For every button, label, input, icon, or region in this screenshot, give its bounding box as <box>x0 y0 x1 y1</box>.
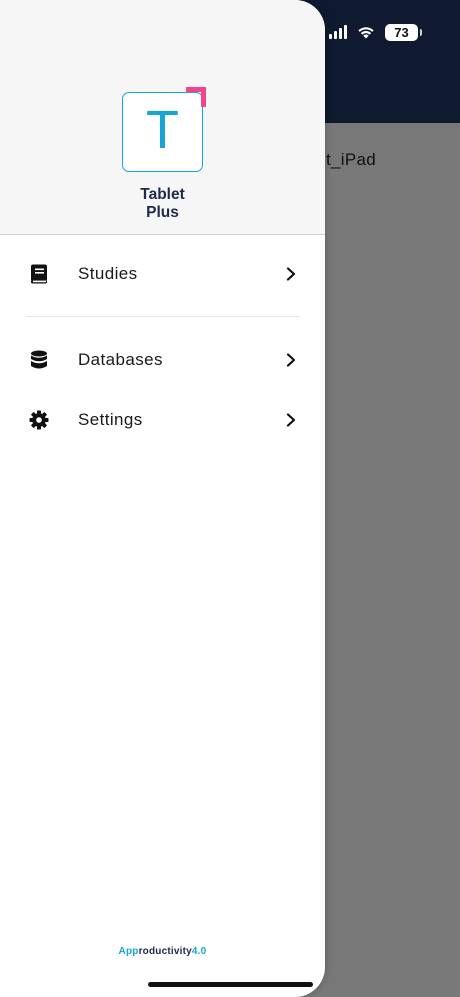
status-bar: 73 <box>329 21 422 43</box>
menu-item-databases[interactable]: Databases <box>0 336 325 384</box>
signal-icon <box>329 25 347 39</box>
menu-item-settings[interactable]: Settings <box>0 396 325 444</box>
home-indicator[interactable] <box>148 982 313 987</box>
screen: t_iPad 73 T Tablet Plus Studies Database… <box>0 0 460 997</box>
menu-item-label: Settings <box>78 410 143 429</box>
logo-corner-mark <box>186 87 206 107</box>
app-name: Tablet Plus <box>0 186 325 222</box>
app-name-line1: Tablet <box>140 186 185 203</box>
background-content-text: t_iPad <box>326 150 377 169</box>
navigation-drawer: T Tablet Plus Studies Databases Settings… <box>0 0 325 997</box>
menu-item-label: Studies <box>78 264 138 283</box>
chevron-right-icon <box>284 413 298 427</box>
footer-brand-logo: Approductivity4.0 <box>0 946 325 957</box>
app-name-line2: Plus <box>146 204 179 221</box>
battery-icon: 73 <box>385 23 422 41</box>
menu-divider <box>26 316 300 317</box>
battery-level: 73 <box>394 24 409 40</box>
menu-item-label: Databases <box>78 350 163 369</box>
book-icon <box>29 264 49 284</box>
wifi-icon <box>357 25 375 39</box>
gear-icon <box>29 410 49 430</box>
chevron-right-icon <box>284 267 298 281</box>
menu-item-studies[interactable]: Studies <box>0 250 325 298</box>
footer-brand-part3: 4.0 <box>191 946 207 957</box>
database-icon <box>29 350 49 370</box>
footer-brand-part2: roductivity <box>138 946 192 957</box>
drawer-header: T Tablet Plus <box>0 0 325 235</box>
chevron-right-icon <box>284 353 298 367</box>
footer-brand-part1: App <box>118 946 139 957</box>
